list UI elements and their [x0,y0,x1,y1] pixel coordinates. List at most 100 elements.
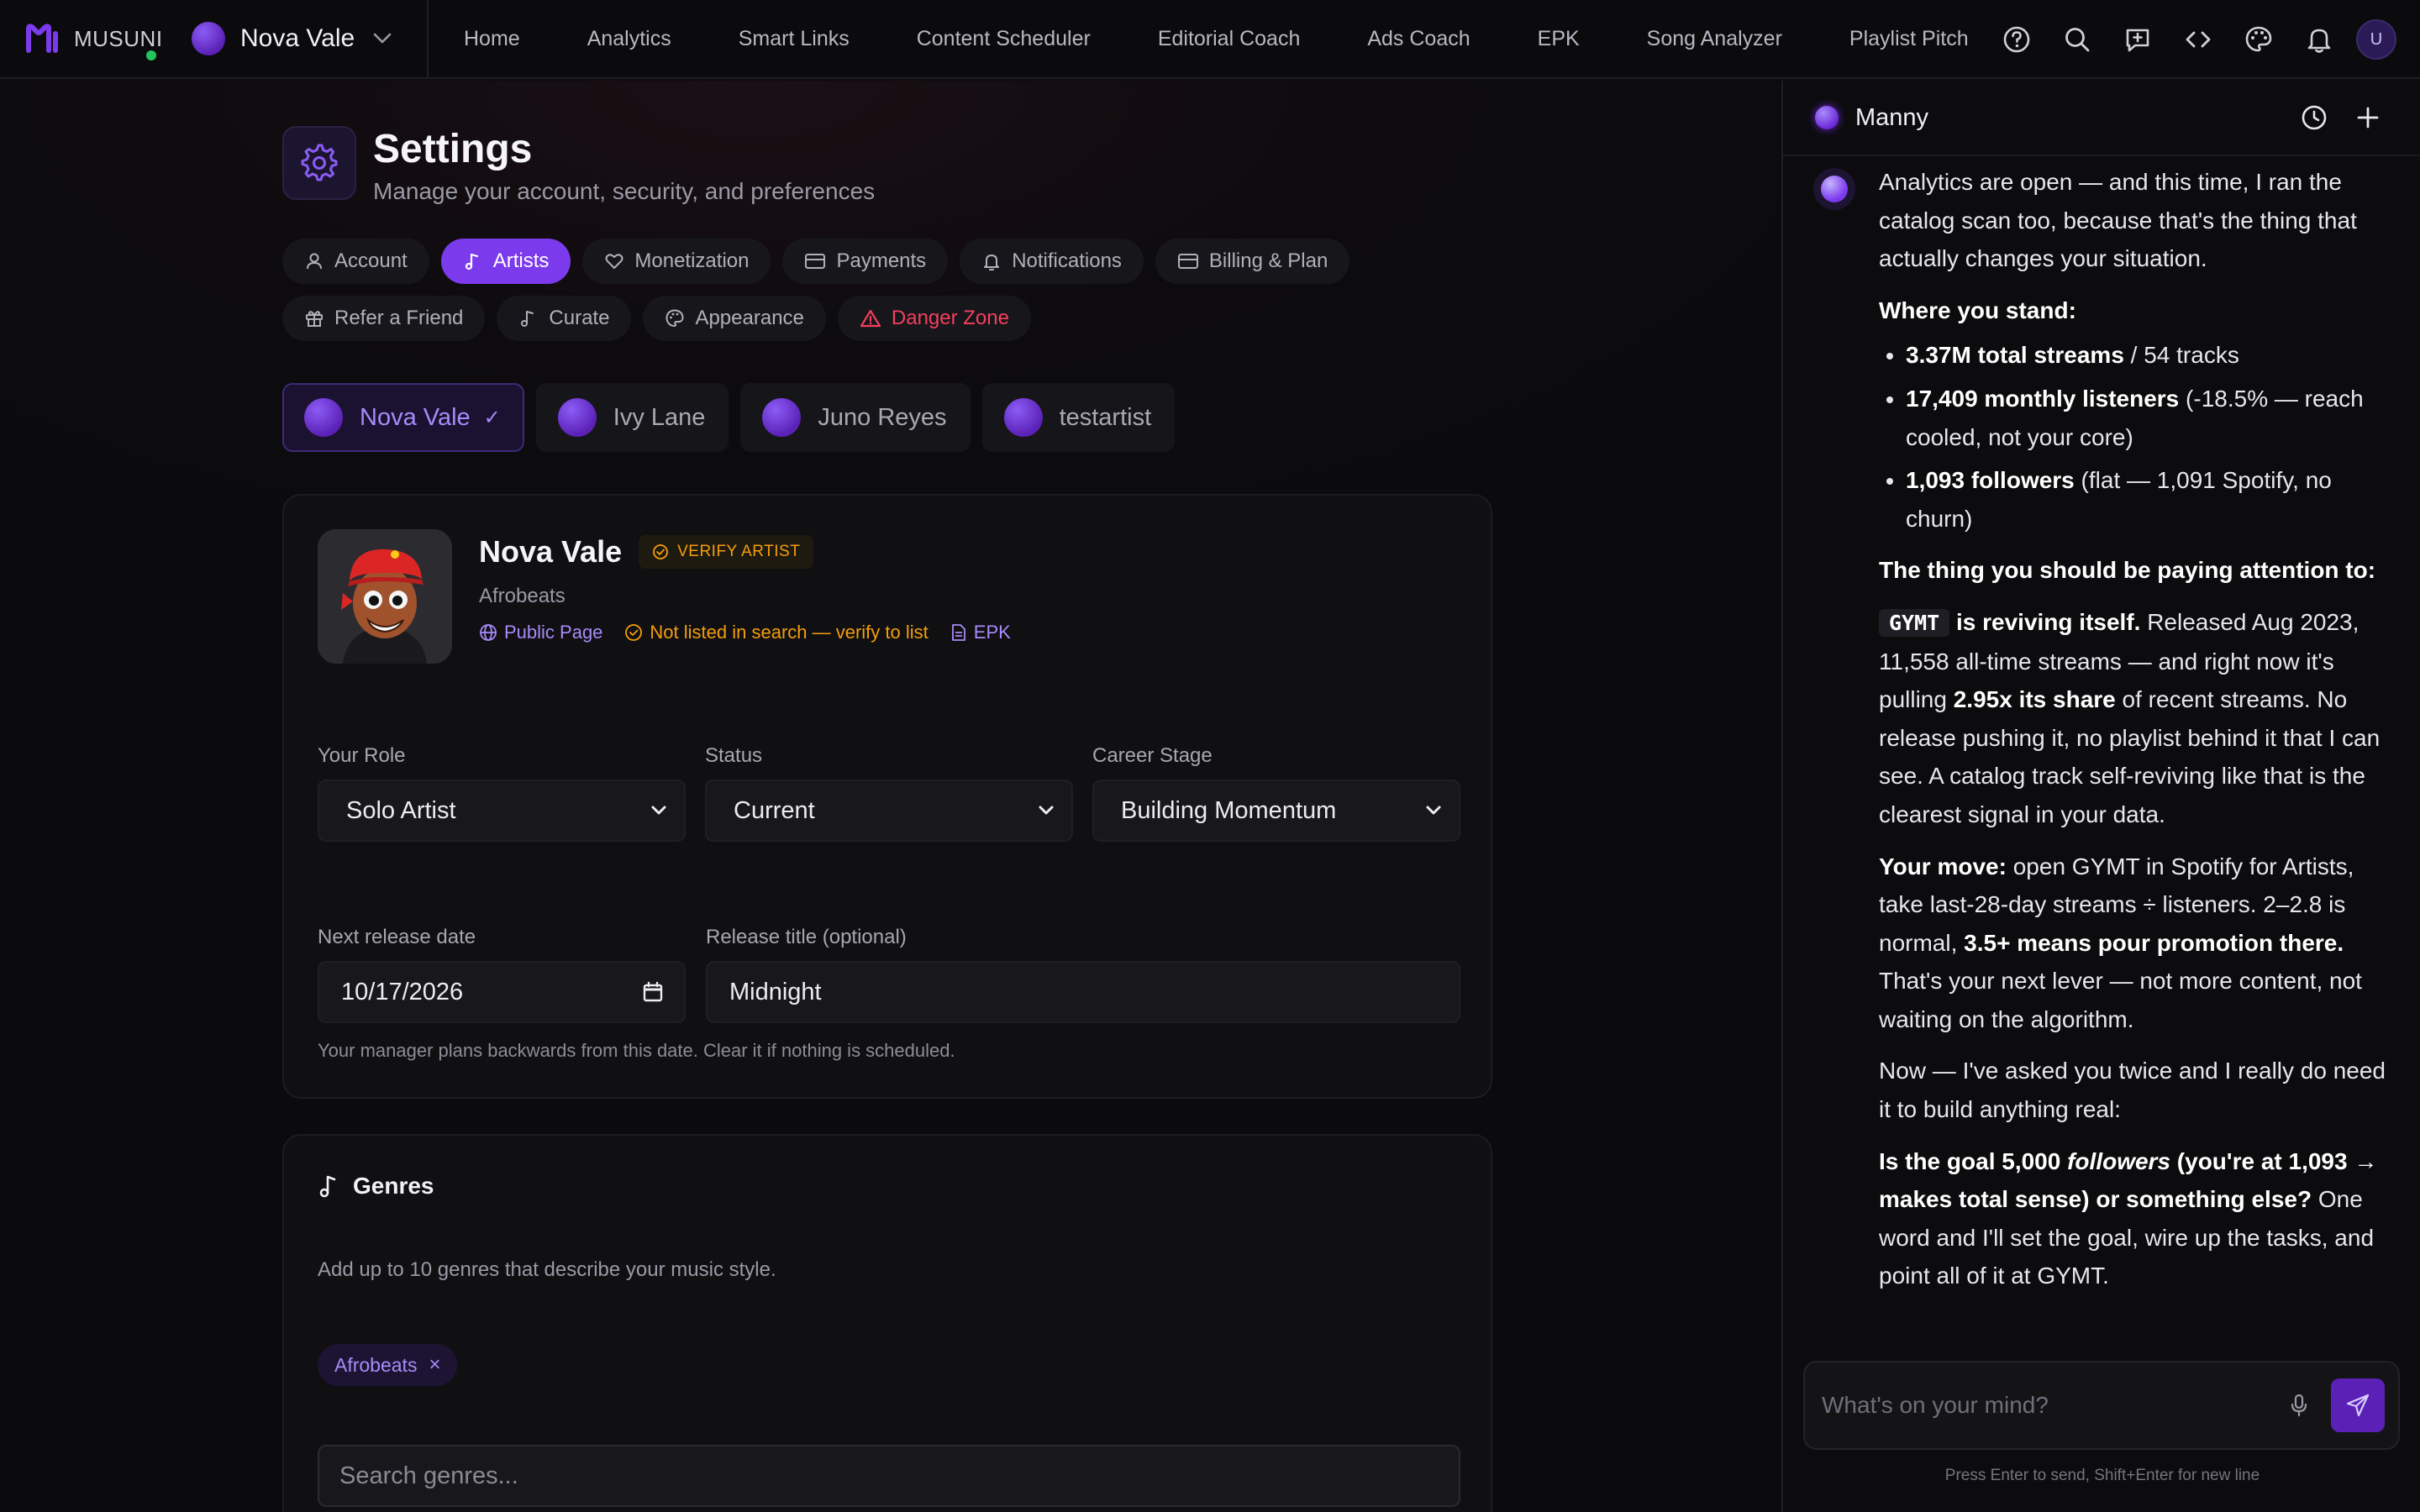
new-chat-icon[interactable] [2341,91,2395,144]
where-you-stand-heading: Where you stand: [1879,297,2076,323]
artist-pill-juno-reyes[interactable]: Juno Reyes [740,383,971,452]
palette-icon[interactable] [2228,9,2289,70]
check-circle-icon [652,543,669,560]
top-navigation: MUSUNI Nova Vale Home Analytics Smart Li… [0,0,2420,79]
release-date-helper: Your manager plans backwards from this d… [318,1040,955,1061]
track-code: GYMT [1879,608,1950,637]
nav-link-editorial-coach[interactable]: Editorial Coach [1158,27,1301,51]
artist-pill-testartist[interactable]: testartist [981,383,1176,452]
send-button[interactable] [2331,1378,2385,1432]
list-item: 3.37M total streams / 54 tracks [1906,336,2400,375]
tab-curate[interactable]: Curate [497,296,632,341]
release-title-input[interactable]: Midnight [706,961,1460,1023]
user-icon [304,251,324,271]
genres-title: Genres [353,1173,434,1199]
artist-profile-card: Nova Vale VERIFY ARTIST Afrobeats Public… [282,494,1492,1099]
verify-artist-button[interactable]: VERIFY ARTIST [639,535,814,569]
music-note-icon [463,251,483,271]
search-listing-notice[interactable]: Not listed in search — verify to list [624,622,929,643]
chevron-down-icon [1425,805,1442,816]
calendar-icon[interactable] [642,981,664,1003]
artist-switcher[interactable]: Nova Vale [168,0,429,78]
nav-link-content-scheduler[interactable]: Content Scheduler [917,27,1091,51]
tab-danger-zone[interactable]: Danger Zone [837,296,1031,341]
release-fields: Next release date 10/17/2026 Release tit… [318,926,1460,1023]
music-note-icon [318,1173,341,1199]
genre-search-input[interactable]: Search genres... [318,1445,1460,1507]
release-date-input[interactable]: 10/17/2026 [318,961,686,1023]
page-header: Settings Manage your account, security, … [282,126,1492,205]
nav-link-home[interactable]: Home [464,27,520,51]
nav-link-song-analyzer[interactable]: Song Analyzer [1647,27,1782,51]
artist-switcher-name: Nova Vale [240,24,355,52]
online-status-dot [146,50,156,60]
tab-billing[interactable]: Billing & Plan [1155,239,1350,284]
nav-link-smart-links[interactable]: Smart Links [739,27,850,51]
assistant-name: Manny [1855,103,1929,131]
artist-pill-nova-vale[interactable]: Nova Vale ✓ [282,383,524,452]
feedback-icon[interactable] [2107,9,2168,70]
artist-profile-image[interactable] [318,529,452,664]
help-icon[interactable] [1986,9,2047,70]
artist-selector: Nova Vale ✓ Ivy Lane Juno Reyes testarti… [282,383,1492,452]
brand-name: MUSUNI [74,25,163,51]
credit-card-icon [804,252,826,270]
palette-icon [665,308,685,328]
search-listing-label: Not listed in search — verify to list [650,622,929,643]
message-intro: Analytics are open — and this time, I ra… [1879,169,2357,272]
release-title-label: Release title (optional) [706,926,907,948]
brand[interactable]: MUSUNI [0,0,168,78]
tab-danger-zone-label: Danger Zone [891,307,1009,329]
tab-billing-label: Billing & Plan [1208,249,1328,272]
remove-genre-icon[interactable]: × [429,1353,440,1377]
search-icon[interactable] [2047,9,2107,70]
bell-icon[interactable] [2289,9,2349,70]
chat-input[interactable]: What's on your mind? [1803,1361,2400,1450]
tab-notifications[interactable]: Notifications [960,239,1144,284]
status-label: Status [705,744,763,767]
nav-link-epk[interactable]: EPK [1538,27,1580,51]
assistant-orb-icon [1821,176,1848,202]
release-title-value: Midnight [729,978,822,1005]
chat-input-placeholder: What's on your mind? [1822,1392,2049,1418]
nav-link-analytics[interactable]: Analytics [587,27,671,51]
genres-description: Add up to 10 genres that describe your m… [318,1258,776,1281]
microphone-icon[interactable] [2279,1385,2319,1425]
tab-payments[interactable]: Payments [782,239,949,284]
tab-refer[interactable]: Refer a Friend [282,296,486,341]
role-label: Your Role [318,744,406,767]
public-page-link[interactable]: Public Page [479,622,602,643]
history-icon[interactable] [2287,91,2341,144]
career-stage-select[interactable]: Building Momentum [1092,780,1460,842]
status-select[interactable]: Current [705,780,1073,842]
your-move-bold: Your move: [1879,853,2007,879]
tab-notifications-label: Notifications [1012,249,1122,272]
genres-card: Genres Add up to 10 genres that describe… [282,1134,1492,1512]
artist-name-row: Nova Vale VERIFY ARTIST [479,534,1033,570]
artist-pill-ivy-lane[interactable]: Ivy Lane [535,383,729,452]
tab-appearance[interactable]: Appearance [643,296,826,341]
chevron-down-icon [373,33,392,45]
career-stage-label: Career Stage [1092,744,1213,767]
assistant-orb-icon [1815,106,1839,129]
user-avatar[interactable]: U [2356,19,2396,60]
status-field: Status Current [705,744,1073,842]
warning-icon [860,308,881,328]
goal-italic: followers [2067,1147,2171,1174]
artist-avatar [1003,398,1043,437]
tab-account[interactable]: Account [282,239,429,284]
your-move-text-2: That's your next lever — not more conten… [1879,968,2362,1032]
tab-monetization[interactable]: Monetization [582,239,771,284]
tab-artists[interactable]: Artists [440,239,571,284]
tab-monetization-label: Monetization [634,249,750,272]
epk-link[interactable]: EPK [950,622,1011,643]
track-insight-bold: is reviving itself. [1949,608,2141,635]
nav-link-ads-coach[interactable]: Ads Coach [1367,27,1470,51]
nav-link-playlist-pitch[interactable]: Playlist Pitch [1849,27,1969,51]
gear-icon [282,126,356,200]
release-date-label: Next release date [318,926,476,948]
genre-chip-label: Afrobeats [334,1353,418,1376]
code-icon[interactable] [2168,9,2228,70]
musuni-logo-icon [25,22,59,55]
role-select[interactable]: Solo Artist [318,780,686,842]
